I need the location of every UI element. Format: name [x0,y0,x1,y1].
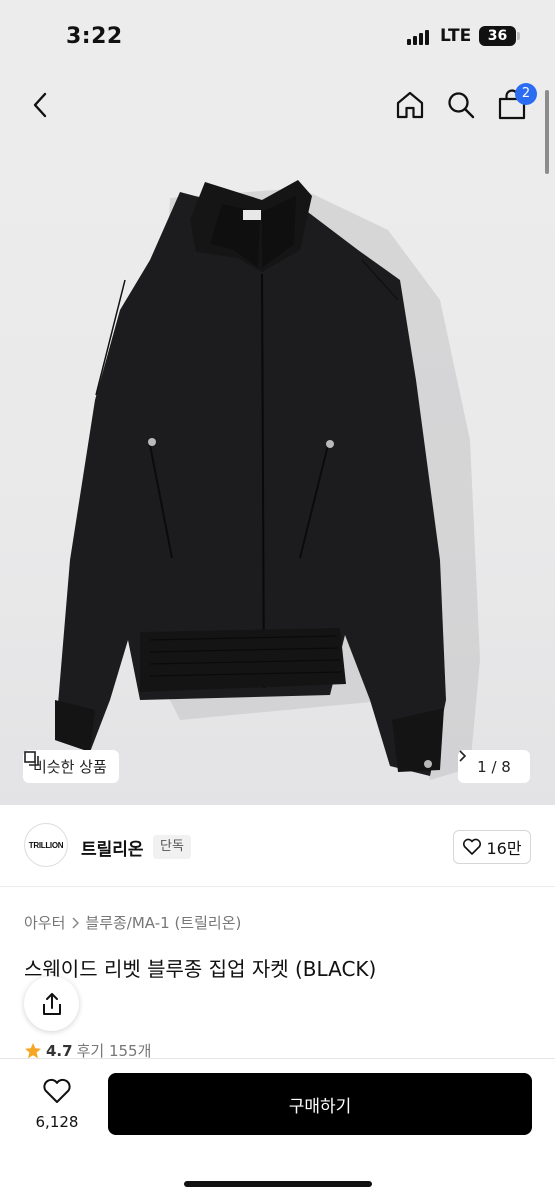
breadcrumb-item[interactable]: 아우터 [24,912,65,933]
wishlist-button[interactable]: 6,128 [32,1077,82,1131]
battery-level: 36 [487,28,508,44]
status-time: 3:22 [66,24,123,49]
brand-name[interactable]: 트릴리온 [81,835,144,860]
share-icon [42,992,61,1015]
top-navigation: 2 [0,70,555,140]
search-button[interactable] [442,86,480,124]
back-button[interactable] [22,86,60,124]
home-icon [396,91,424,119]
search-icon [448,92,475,119]
home-button[interactable] [391,86,429,124]
product-image-gallery[interactable]: 비슷한 상품 1 / 8 [0,140,555,805]
similar-products-button[interactable]: 비슷한 상품 [23,750,119,783]
product-image [55,180,480,780]
battery-icon: 36 [479,26,520,46]
chevron-right-icon [459,750,466,762]
breadcrumb: 아우터 블루종/MA-1 (트릴리온) [24,912,241,933]
cart-count-badge: 2 [515,83,537,105]
similar-icon [24,751,39,766]
signal-icon [407,29,431,45]
back-icon [33,92,47,118]
home-indicator [184,1181,372,1187]
share-button[interactable] [24,976,79,1031]
buy-button[interactable]: 구매하기 [108,1073,532,1135]
wishlist-count: 6,128 [35,1113,79,1131]
product-title: 스웨이드 리벳 블루종 집업 자켓 (BLACK) [24,957,377,981]
breadcrumb-item[interactable]: 블루종/MA-1 (트릴리온) [85,912,241,933]
scroll-indicator [545,90,549,174]
status-bar: 3:22 LTE 36 [0,0,555,70]
brand-like-count: 16만 [486,839,522,858]
heart-icon [463,838,482,855]
cart-button[interactable]: 2 [493,83,537,124]
network-label: LTE [440,26,472,46]
rating-score: 4.7 [46,1041,73,1060]
star-icon [25,1042,41,1058]
brand-row: TRILLION 트릴리온 단독 16만 [0,805,555,887]
brand-logo[interactable]: TRILLION [24,823,68,867]
image-counter-text: 1 / 8 [477,757,511,776]
chevron-right-icon [72,916,80,929]
image-counter[interactable]: 1 / 8 [458,750,530,783]
exclusive-badge: 단독 [153,835,191,859]
bottom-action-bar: 6,128 구매하기 [0,1058,555,1200]
heart-icon [43,1078,71,1103]
similar-products-label: 비슷한 상품 [33,758,107,776]
brand-like-button[interactable]: 16만 [453,830,531,864]
